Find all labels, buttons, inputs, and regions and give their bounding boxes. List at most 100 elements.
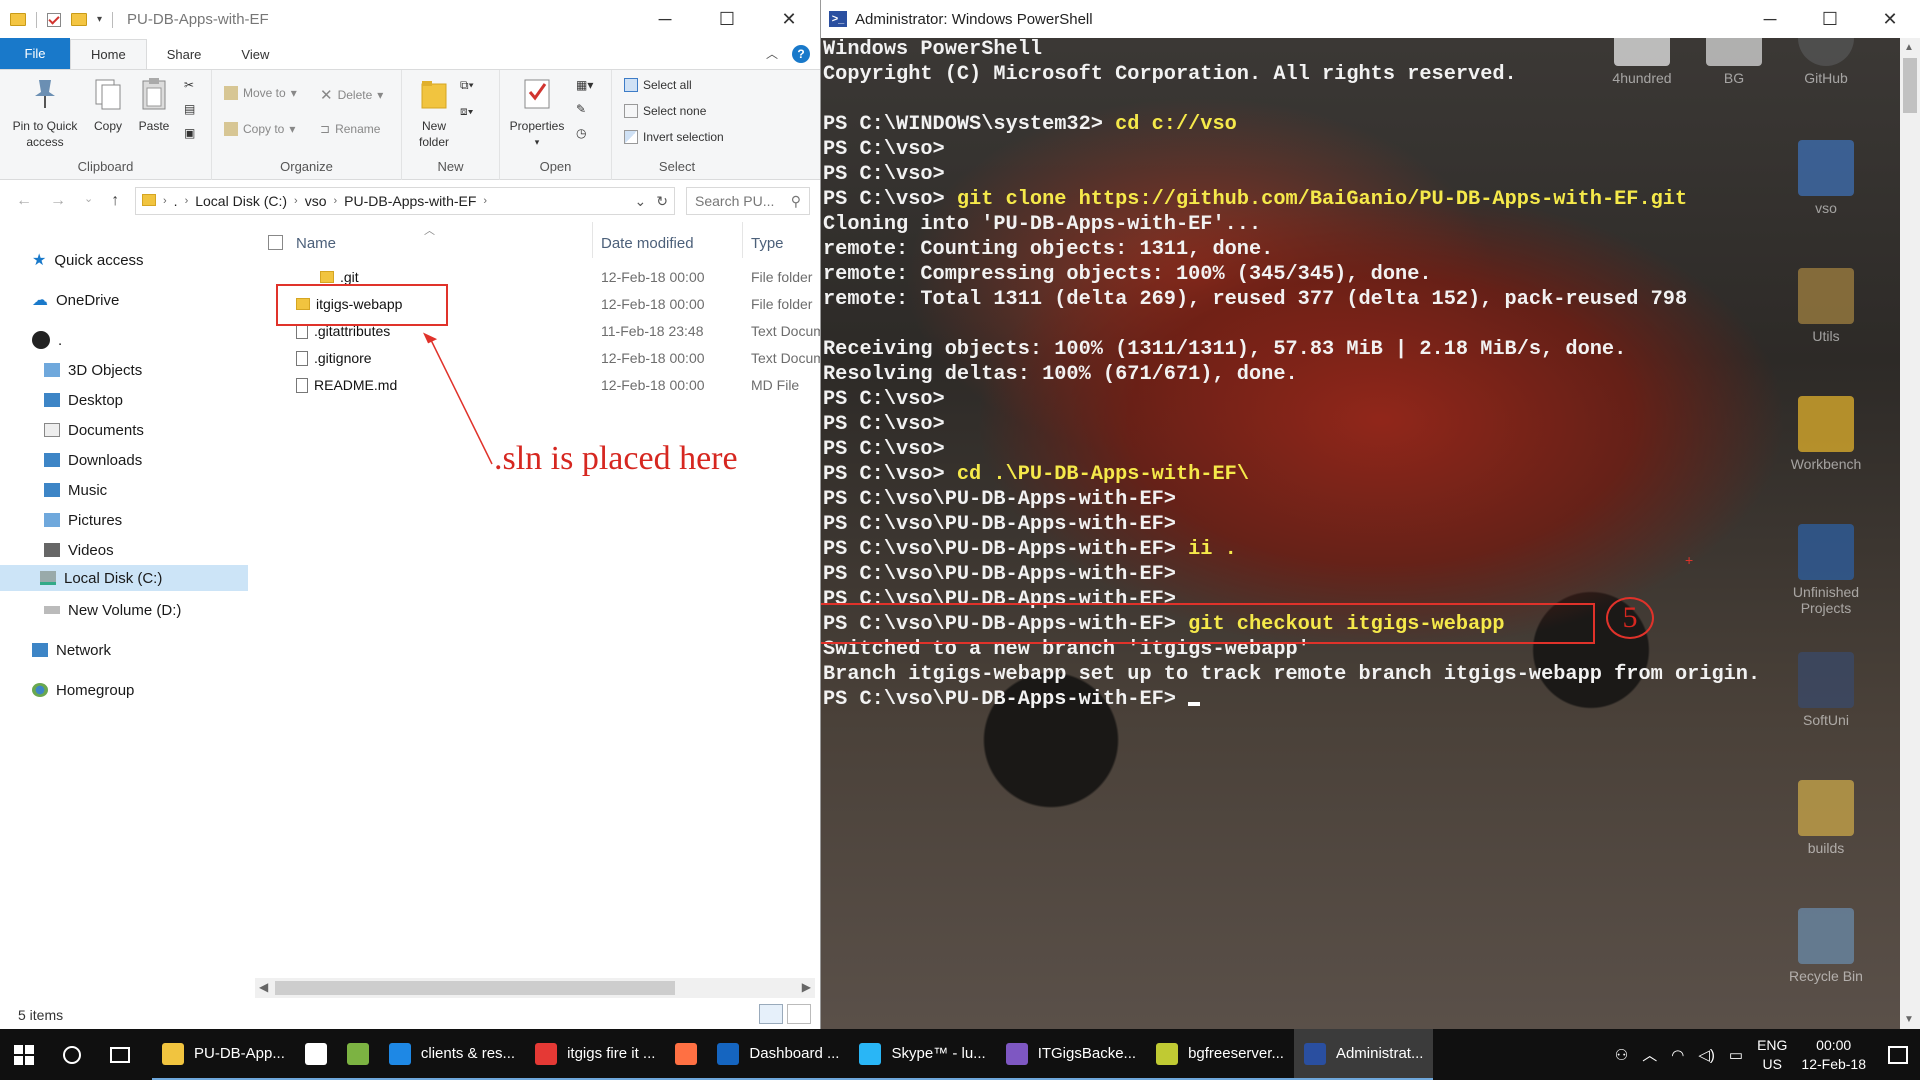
scrollbar-thumb[interactable]	[275, 981, 675, 995]
nav-item-videos[interactable]: Videos	[44, 537, 114, 563]
action-center-icon[interactable]	[1888, 1045, 1908, 1064]
nav-item-music[interactable]: Music	[44, 477, 107, 503]
large-icons-view-button[interactable]	[787, 1004, 811, 1024]
close-button[interactable]: ✕	[758, 0, 820, 39]
copy-to-button[interactable]: Copy to ▾	[224, 122, 295, 136]
scroll-up-icon[interactable]: ▲	[1904, 42, 1914, 53]
nav-item-new-volume[interactable]: New Volume (D:)	[44, 597, 181, 623]
properties-button[interactable]: Properties ▾	[506, 76, 568, 150]
nav-item-local-disk[interactable]: Local Disk (C:)	[0, 565, 248, 591]
history-icon[interactable]: ◷	[576, 126, 586, 140]
open-icon[interactable]: ▦▾	[576, 78, 593, 92]
start-button[interactable]	[0, 1029, 48, 1080]
easy-access-icon[interactable]: ⧈▾	[460, 104, 474, 119]
chevron-up-icon[interactable]: ︿	[1642, 1044, 1657, 1065]
taskbar-app[interactable]	[294, 1029, 337, 1080]
taskbar-app[interactable]: bgfreeserver...	[1146, 1029, 1294, 1080]
column-header-name[interactable]: Name	[296, 230, 336, 256]
taskbar-app[interactable]	[665, 1029, 708, 1080]
forward-arrow-icon[interactable]: →	[50, 192, 66, 210]
pin-to-quick-access-button[interactable]: Pin to Quick access	[6, 76, 84, 150]
select-all-button[interactable]: Select all	[624, 78, 692, 92]
table-row[interactable]: .gitignore 12-Feb-18 00:00 Text Docum	[252, 345, 820, 372]
column-header-date[interactable]: Date modified	[601, 230, 694, 256]
scrollbar-thumb[interactable]	[1903, 58, 1917, 113]
new-folder-button[interactable]: New folder	[414, 76, 454, 150]
cortana-button[interactable]	[48, 1029, 96, 1080]
taskbar-app[interactable]: Skype™ - lu...	[849, 1029, 996, 1080]
tab-view[interactable]: View	[221, 39, 289, 69]
desktop-icon-recycle-bin[interactable]: Recycle Bin	[1781, 908, 1871, 984]
people-icon[interactable]: ⚇	[1615, 1046, 1628, 1064]
nav-item-3d-objects[interactable]: 3D Objects	[44, 357, 142, 383]
rename-button[interactable]: ⊐ Rename	[320, 122, 380, 136]
nav-network[interactable]: Network	[32, 637, 111, 663]
nav-homegroup[interactable]: Homegroup	[32, 677, 134, 703]
taskbar-app[interactable]: Administrat...	[1293, 1029, 1434, 1080]
select-none-button[interactable]: Select none	[624, 104, 706, 118]
properties-icon[interactable]	[47, 12, 61, 27]
minimize-button[interactable]: ─	[1740, 0, 1800, 38]
copy-path-icon[interactable]: ▤	[184, 102, 195, 116]
scroll-right-icon[interactable]: ▶	[802, 980, 811, 994]
chevron-right-icon[interactable]: ›	[483, 195, 487, 207]
minimize-button[interactable]: ─	[634, 0, 696, 39]
close-button[interactable]: ✕	[1860, 0, 1920, 38]
breadcrumb-local-disk[interactable]: Local Disk (C:)	[188, 193, 294, 209]
paste-button[interactable]: Paste	[134, 76, 174, 134]
taskbar-app[interactable]	[336, 1029, 379, 1080]
breadcrumb-vso[interactable]: vso	[298, 193, 334, 209]
vertical-scrollbar[interactable]: ▲ ▼	[1900, 38, 1920, 1029]
nav-quick-access[interactable]: ★ Quick access	[32, 247, 144, 273]
battery-icon[interactable]: ▭	[1729, 1046, 1743, 1064]
invert-selection-button[interactable]: Invert selection	[624, 130, 724, 144]
delete-button[interactable]: ✕ Delete ▾	[320, 86, 383, 104]
taskbar-app[interactable]: clients & res...	[378, 1029, 526, 1080]
up-arrow-icon[interactable]: ↑	[111, 192, 119, 210]
scroll-down-icon[interactable]: ▼	[1904, 1014, 1914, 1025]
new-item-icon[interactable]: ⧉▾	[460, 78, 474, 93]
task-view-button[interactable]	[96, 1029, 144, 1080]
column-header-type[interactable]: Type	[751, 230, 784, 256]
nav-item-pictures[interactable]: Pictures	[44, 507, 122, 533]
breadcrumb-current[interactable]: PU-DB-Apps-with-EF	[337, 193, 483, 209]
clock[interactable]: 00:00 12-Feb-18	[1801, 1036, 1866, 1074]
chevron-down-icon[interactable]: ⌄	[635, 193, 647, 210]
taskbar-app[interactable]: Dashboard ...	[707, 1029, 850, 1080]
desktop-icon-builds[interactable]: builds	[1781, 780, 1871, 856]
maximize-button[interactable]: ☐	[1800, 0, 1860, 38]
refresh-icon[interactable]: ↻	[656, 193, 668, 210]
taskbar-app[interactable]: itgigs fire it ...	[525, 1029, 666, 1080]
recent-locations-icon[interactable]: ⌄	[84, 192, 93, 210]
breadcrumb-overflow[interactable]: .	[167, 193, 185, 209]
copy-button[interactable]: Copy	[88, 76, 128, 134]
nav-item-desktop[interactable]: Desktop	[44, 387, 123, 413]
nav-item-downloads[interactable]: Downloads	[44, 447, 142, 473]
select-all-checkbox[interactable]	[268, 235, 283, 250]
maximize-button[interactable]: ☐	[696, 0, 758, 39]
cut-icon[interactable]: ✂	[184, 78, 194, 92]
horizontal-scrollbar[interactable]: ◀ ▶	[255, 978, 815, 998]
scroll-left-icon[interactable]: ◀	[259, 980, 268, 994]
volume-icon[interactable]: ◁)	[1698, 1046, 1715, 1064]
table-row[interactable]: README.md 12-Feb-18 00:00 MD File	[252, 372, 820, 399]
customize-toolbar-dropdown-icon[interactable]: ▾	[97, 14, 102, 25]
back-arrow-icon[interactable]: ←	[16, 192, 32, 210]
address-bar[interactable]: › . › Local Disk (C:) › vso › PU-DB-Apps…	[135, 187, 675, 215]
wifi-icon[interactable]: ◠	[1671, 1046, 1684, 1064]
nav-item-documents[interactable]: Documents	[44, 417, 144, 443]
details-view-button[interactable]	[759, 1004, 783, 1024]
new-folder-icon[interactable]	[71, 13, 87, 26]
language-indicator[interactable]: ENG US	[1757, 1036, 1787, 1074]
taskbar-app[interactable]: ITGigsBacke...	[995, 1029, 1147, 1080]
edit-icon[interactable]: ✎	[576, 102, 586, 116]
tab-home[interactable]: Home	[70, 39, 147, 69]
help-icon[interactable]: ?	[792, 44, 810, 63]
nav-onedrive[interactable]: ☁ OneDrive	[32, 287, 119, 313]
taskbar-app[interactable]: PU-DB-App...	[152, 1029, 295, 1080]
nav-user[interactable]: .	[32, 327, 62, 353]
paste-shortcut-icon[interactable]: ▣	[184, 126, 195, 140]
minimize-ribbon-icon[interactable]: ︿	[766, 45, 778, 62]
search-input[interactable]: Search PU... ⚲	[686, 187, 810, 215]
tab-file[interactable]: File	[0, 38, 70, 69]
